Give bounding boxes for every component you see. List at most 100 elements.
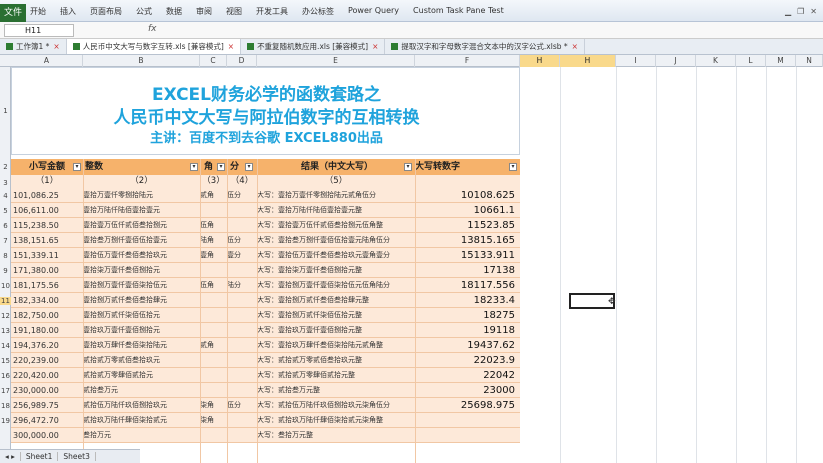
close-icon[interactable]: × (572, 42, 578, 51)
tab-home[interactable]: 开始 (30, 6, 46, 17)
row-header[interactable]: 19 (0, 417, 11, 425)
table-row[interactable]: 191,180.00 壹拾玖万壹仟壹佰捌拾元 大写：壹拾玖万壹仟壹佰捌拾元整 1911… (11, 323, 520, 338)
row-header[interactable]: 14 (0, 342, 11, 350)
fen-cell[interactable] (227, 263, 252, 278)
table-row[interactable]: 106,611.00 壹拾万陆仟陆佰壹拾壹元 大写：壹拾万陆仟陆佰壹拾壹元整 1066… (11, 203, 520, 218)
table-row[interactable]: 171,380.00 壹拾柒万壹仟叁佰捌拾元 大写：壹拾柒万壹仟叁佰捌拾元整 1713… (11, 263, 520, 278)
result-cell[interactable]: 大写：壹拾玖万壹仟壹佰捌拾元整 (257, 323, 415, 338)
row-header[interactable]: 4 (0, 192, 11, 200)
filter-dropdown-icon[interactable]: ▾ (245, 163, 253, 171)
sheet-tab-sheet3[interactable]: Sheet3 (58, 452, 96, 461)
number-cell[interactable]: 19118 (415, 323, 515, 338)
row-header[interactable]: 16 (0, 372, 11, 380)
doc-tab-random[interactable]: 不重复随机数应用.xls [兼容模式] × (241, 39, 386, 54)
fen-cell[interactable]: 伍分 (227, 398, 252, 413)
fen-cell[interactable] (227, 338, 252, 353)
close-icon[interactable]: × (372, 42, 378, 51)
fen-cell[interactable] (227, 218, 252, 233)
amount-cell[interactable]: 191,180.00 (13, 323, 77, 338)
number-cell[interactable]: 18275 (415, 308, 515, 323)
number-cell[interactable]: 25698.975 (415, 398, 515, 413)
result-cell[interactable]: 大写：壹拾柒万壹仟叁佰捌拾元整 (257, 263, 415, 278)
tab-formulas[interactable]: 公式 (136, 6, 152, 17)
table-row[interactable]: 230,000.00 贰拾叁万元 大写：贰拾叁万元整 23000 (11, 383, 520, 398)
number-cell[interactable]: 18233.4 (415, 293, 515, 308)
row-header[interactable]: 18 (0, 402, 11, 410)
result-cell[interactable]: 大写：壹拾万陆仟陆佰壹拾壹元整 (257, 203, 415, 218)
number-cell[interactable]: 11523.85 (415, 218, 515, 233)
integer-cell[interactable]: 壹拾万壹仟零捌拾陆元 (83, 188, 203, 203)
amount-cell[interactable]: 101,086.25 (13, 188, 77, 203)
fx-icon[interactable]: fx (148, 24, 157, 34)
filter-dropdown-icon[interactable]: ▾ (73, 163, 81, 171)
row-header[interactable]: 15 (0, 357, 11, 365)
tab-review[interactable]: 审阅 (196, 6, 212, 17)
jiao-cell[interactable]: 伍角 (200, 278, 225, 293)
result-cell[interactable]: 大写：壹拾伍万壹仟叁佰叁拾玖元壹角壹分 (257, 248, 415, 263)
number-cell[interactable] (415, 413, 515, 428)
worksheet-grid[interactable]: EXCEL财务必学的函数套路之 人民币中文大写与阿拉伯数字的互相转换 主讲：百度… (11, 67, 823, 463)
table-row[interactable]: 220,239.00 贰拾贰万零贰佰叁拾玖元 大写：贰拾贰万零贰佰叁拾玖元整 2202… (11, 353, 520, 368)
jiao-cell[interactable]: 贰角 (200, 338, 225, 353)
table-row[interactable]: 220,420.00 贰拾贰万零肆佰贰拾元 大写：贰拾贰万零肆佰贰拾元整 22042 (11, 368, 520, 383)
row-header[interactable]: 6 (0, 222, 11, 230)
integer-cell[interactable]: 壹拾柒万壹仟叁佰捌拾元 (83, 263, 203, 278)
amount-cell[interactable]: 300,000.00 (13, 428, 77, 443)
jiao-cell[interactable] (200, 368, 225, 383)
minimize-icon[interactable]: ▁ (785, 7, 791, 16)
jiao-cell[interactable] (200, 308, 225, 323)
fen-cell[interactable] (227, 203, 252, 218)
result-cell[interactable]: 大写：壹拾壹万伍仟贰佰叁拾捌元伍角整 (257, 218, 415, 233)
jiao-cell[interactable]: 柒角 (200, 413, 225, 428)
amount-cell[interactable]: 181,175.56 (13, 278, 77, 293)
amount-cell[interactable]: 182,334.00 (13, 293, 77, 308)
row-header[interactable]: 12 (0, 312, 11, 320)
amount-cell[interactable]: 182,750.00 (13, 308, 77, 323)
amount-cell[interactable]: 230,000.00 (13, 383, 77, 398)
integer-cell[interactable]: 壹拾壹万伍仟贰佰叁拾捌元 (83, 218, 203, 233)
row-header[interactable]: 5 (0, 207, 11, 215)
close-icon[interactable]: ✕ (810, 7, 817, 16)
name-box[interactable]: H11 (4, 24, 74, 37)
number-cell[interactable]: 19437.62 (415, 338, 515, 353)
restore-icon[interactable]: ❐ (797, 7, 804, 16)
integer-cell[interactable]: 贰拾贰万零肆佰贰拾元 (83, 368, 203, 383)
amount-cell[interactable]: 138,151.65 (13, 233, 77, 248)
fen-cell[interactable] (227, 368, 252, 383)
result-cell[interactable]: 大写：壹拾万壹仟零捌拾陆元贰角伍分 (257, 188, 415, 203)
jiao-cell[interactable] (200, 353, 225, 368)
jiao-cell[interactable] (200, 203, 225, 218)
number-cell[interactable]: 22023.9 (415, 353, 515, 368)
number-cell[interactable]: 10661.1 (415, 203, 515, 218)
table-row[interactable]: 194,376.20 壹拾玖万肆仟叁佰柒拾陆元 贰角 大写：壹拾玖万肆仟叁佰柒拾陆元贰… (11, 338, 520, 353)
tab-data[interactable]: 数据 (166, 6, 182, 17)
column-header-c[interactable]: C (200, 55, 227, 67)
table-row[interactable]: 300,000.00 叁拾万元 大写：叁拾万元整 (11, 428, 520, 443)
fen-cell[interactable] (227, 413, 252, 428)
result-cell[interactable]: 大写：壹拾捌万贰仟柒佰伍拾元整 (257, 308, 415, 323)
file-tab[interactable]: 文件 (0, 4, 26, 22)
amount-cell[interactable]: 171,380.00 (13, 263, 77, 278)
row-header[interactable]: 9 (0, 267, 11, 275)
column-header-m[interactable]: M (766, 55, 796, 67)
column-header-j[interactable]: J (656, 55, 696, 67)
integer-cell[interactable]: 贰拾玖万陆仟肆佰柒拾贰元 (83, 413, 203, 428)
doc-tab-rmb-convert[interactable]: 人民币中文大写与数字互转.xls [兼容模式] × (66, 39, 242, 54)
column-header-f[interactable]: F (415, 55, 520, 67)
fen-cell[interactable] (227, 293, 252, 308)
column-header-i[interactable]: I (616, 55, 656, 67)
table-row[interactable]: 182,334.00 壹拾捌万贰仟叁佰叁拾肆元 大写：壹拾捌万贰仟叁佰叁拾肆元整 18… (11, 293, 520, 308)
amount-cell[interactable]: 194,376.20 (13, 338, 77, 353)
fen-cell[interactable] (227, 353, 252, 368)
jiao-cell[interactable]: 贰角 (200, 188, 225, 203)
integer-cell[interactable]: 壹拾捌万贰仟叁佰叁拾肆元 (83, 293, 203, 308)
fen-cell[interactable] (227, 323, 252, 338)
integer-cell[interactable]: 壹拾捌万贰仟柒佰伍拾元 (83, 308, 203, 323)
fen-cell[interactable]: 伍分 (227, 233, 252, 248)
integer-cell[interactable]: 壹拾捌万壹仟壹佰柒拾伍元 (83, 278, 203, 293)
table-row[interactable]: 151,339.11 壹拾伍万壹仟叁佰叁拾玖元 壹角 壹分 大写：壹拾伍万壹仟叁佰叁拾玖… (11, 248, 520, 263)
row-header[interactable]: 7 (0, 237, 11, 245)
fen-cell[interactable]: 伍分 (227, 188, 252, 203)
row-header[interactable]: 3 (0, 179, 11, 187)
number-cell[interactable]: 10108.625 (415, 188, 515, 203)
